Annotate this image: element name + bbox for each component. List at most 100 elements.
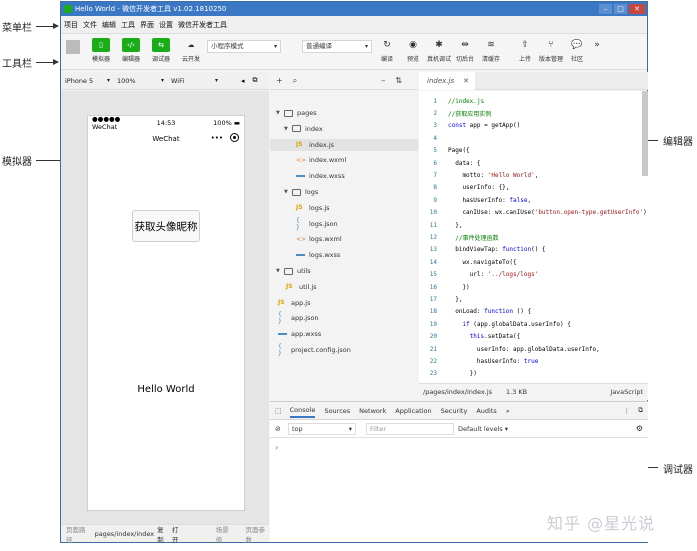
gear-icon[interactable]: ⚙ xyxy=(636,424,643,433)
menu-project[interactable]: 项目 xyxy=(64,20,78,30)
tab-audits[interactable]: Audits xyxy=(476,407,496,415)
code-line[interactable]: 9 hasUserInfo: false, xyxy=(419,194,648,206)
code-line[interactable]: 23 }) xyxy=(419,368,648,380)
code-line[interactable]: 21 userInfo: app.globalData.userInfo, xyxy=(419,343,648,355)
open-link[interactable]: 打开 xyxy=(172,524,184,544)
code-line[interactable]: 14 wx.navigateTo({ xyxy=(419,256,648,268)
code-line[interactable]: 17 }, xyxy=(419,293,648,305)
tree-file[interactable]: index.wxss xyxy=(296,170,345,182)
kebab-menu-icon[interactable]: ⋮ xyxy=(624,407,631,415)
editor-tab-index-js[interactable]: index.js ✕ xyxy=(419,72,475,90)
get-userinfo-button[interactable]: 获取头像昵称 xyxy=(132,210,200,242)
clear-cache-button[interactable]: ≋ 清缓存 xyxy=(478,38,504,63)
console-prompt[interactable]: › xyxy=(275,443,648,452)
code-line[interactable]: 1 //index.js xyxy=(419,95,648,107)
console-filter-input[interactable]: Filter xyxy=(366,423,454,435)
code-line[interactable]: 8 userInfo: {}, xyxy=(419,182,648,194)
inspect-icon[interactable]: ⬚ xyxy=(275,407,282,415)
mode-select[interactable]: 小程序模式 xyxy=(207,40,281,53)
maximize-icon[interactable]: □ xyxy=(614,4,627,14)
tab-console[interactable]: Console xyxy=(289,406,316,418)
menu-tools[interactable]: 工具 xyxy=(121,20,135,30)
tree-folder[interactable]: ▼ index xyxy=(284,123,323,135)
code-line[interactable]: 3 const app = getApp() xyxy=(419,120,648,132)
cloud-dev-button[interactable]: ☁ 云开发 xyxy=(176,38,206,63)
dock-icon[interactable]: ⧉ xyxy=(638,406,643,415)
zoom-select[interactable]: 100% xyxy=(113,77,167,85)
menu-devtools[interactable]: 微信开发者工具 xyxy=(178,20,227,30)
backstage-button[interactable]: ⇹ 切后台 xyxy=(452,38,478,63)
popout-icon[interactable]: ⧉ xyxy=(253,76,258,85)
menu-settings[interactable]: 设置 xyxy=(159,20,173,30)
code-line[interactable]: 18 onLoad: function () { xyxy=(419,306,648,318)
tab-sources[interactable]: Sources xyxy=(324,407,350,415)
menu-view[interactable]: 界面 xyxy=(140,20,154,30)
tree-file[interactable]: logs.wxss xyxy=(296,249,340,261)
code-line[interactable]: 12 //事件处理函数 xyxy=(419,231,648,243)
code-line[interactable]: 16 }) xyxy=(419,281,648,293)
sort-icon[interactable]: ⇅ xyxy=(395,76,402,85)
code-editor[interactable]: 1 //index.js 2 //获取应用实例 3 const app = getApp(… xyxy=(419,91,648,383)
tree-file[interactable]: { } app.json xyxy=(278,311,319,325)
tree-folder[interactable]: ▼ utils xyxy=(276,265,311,277)
code-line[interactable]: 20 this.setData({ xyxy=(419,331,648,343)
code-line[interactable]: 10 canIUse: wx.canIUse('button.open-type… xyxy=(419,207,648,219)
collapse-icon[interactable]: – xyxy=(381,76,385,85)
simulator-toggle-button[interactable]: ▯ 模拟器 xyxy=(86,38,116,63)
tab-application[interactable]: Application xyxy=(395,407,431,415)
search-icon[interactable]: ⌕ xyxy=(293,76,297,86)
code-line[interactable]: 19 if (app.globalData.userInfo) { xyxy=(419,318,648,330)
debugger-toggle-button[interactable]: ⇆ 调试器 xyxy=(146,38,176,63)
tree-file[interactable]: JS logs.js xyxy=(296,202,330,214)
close-icon[interactable]: ✕ xyxy=(629,4,645,14)
code-line[interactable]: 2 //获取应用实例 xyxy=(419,107,648,119)
tree-file[interactable]: JS util.js xyxy=(286,281,317,293)
tree-folder[interactable]: ▼ logs xyxy=(284,186,318,198)
community-button[interactable]: 💬 社区 xyxy=(564,38,590,63)
log-levels-select[interactable]: Default levels ▾ xyxy=(458,425,508,433)
code-line[interactable]: 6 data: { xyxy=(419,157,648,169)
menu-edit[interactable]: 编辑 xyxy=(102,20,116,30)
network-select[interactable]: WiFi xyxy=(167,77,221,85)
compile-button[interactable]: ↻ 编译 xyxy=(374,38,400,63)
device-select[interactable]: iPhone 5 xyxy=(61,77,113,85)
upload-button[interactable]: ⇧ 上传 xyxy=(512,38,538,63)
code-line[interactable]: 13 bindViewTap: function() { xyxy=(419,244,648,256)
copy-link[interactable]: 复制 xyxy=(157,524,169,544)
chevron-down-icon[interactable]: ▼ xyxy=(284,189,292,195)
clear-console-icon[interactable]: ⊘ xyxy=(275,425,281,433)
more-dots-icon[interactable]: ••• xyxy=(211,134,223,142)
tree-file[interactable]: JS index.js xyxy=(270,138,418,151)
preview-button[interactable]: ◉ 预览 xyxy=(400,38,426,63)
minimize-icon[interactable]: – xyxy=(599,4,612,14)
context-select[interactable]: top ▾ xyxy=(288,423,356,435)
tab-security[interactable]: Security xyxy=(441,407,468,415)
chevron-down-icon[interactable]: ▼ xyxy=(284,126,292,132)
chevron-down-icon[interactable]: ▼ xyxy=(276,110,284,116)
volume-icon[interactable]: ◂ xyxy=(241,77,245,85)
tree-file[interactable]: { } logs.json xyxy=(296,217,338,231)
params-button[interactable]: 页面参数 xyxy=(245,524,269,544)
tree-file[interactable]: <> logs.wxml xyxy=(296,233,342,245)
menu-file[interactable]: 文件 xyxy=(83,20,97,30)
tree-file[interactable]: app.wxss xyxy=(278,328,321,340)
version-button[interactable]: ⑂ 版本管理 xyxy=(538,38,564,63)
tree-folder[interactable]: ▼ pages xyxy=(276,107,317,119)
compile-mode-select[interactable]: 普通编译 xyxy=(302,40,372,53)
close-circle-icon[interactable] xyxy=(230,133,239,142)
chevron-down-icon[interactable]: ▼ xyxy=(276,268,284,274)
avatar[interactable] xyxy=(66,40,80,54)
capsule-menu[interactable]: ••• xyxy=(211,133,239,142)
tree-file[interactable]: JS app.js xyxy=(278,297,311,309)
tree-file[interactable]: <> index.wxml xyxy=(296,154,346,166)
tab-network[interactable]: Network xyxy=(359,407,386,415)
code-line[interactable]: 11 }, xyxy=(419,219,648,231)
code-line[interactable]: 15 url: '../logs/logs' xyxy=(419,269,648,281)
code-line[interactable]: 7 motto: 'Hello World', xyxy=(419,169,648,181)
more-button[interactable]: » xyxy=(590,38,604,63)
scene-button[interactable]: 场景值 xyxy=(216,524,234,544)
editor-toggle-button[interactable]: ‹/› 编辑器 xyxy=(116,38,146,63)
code-line[interactable]: 4 xyxy=(419,132,648,144)
more-tabs-icon[interactable]: » xyxy=(506,407,510,415)
code-line[interactable]: 22 hasUserInfo: true xyxy=(419,355,648,367)
